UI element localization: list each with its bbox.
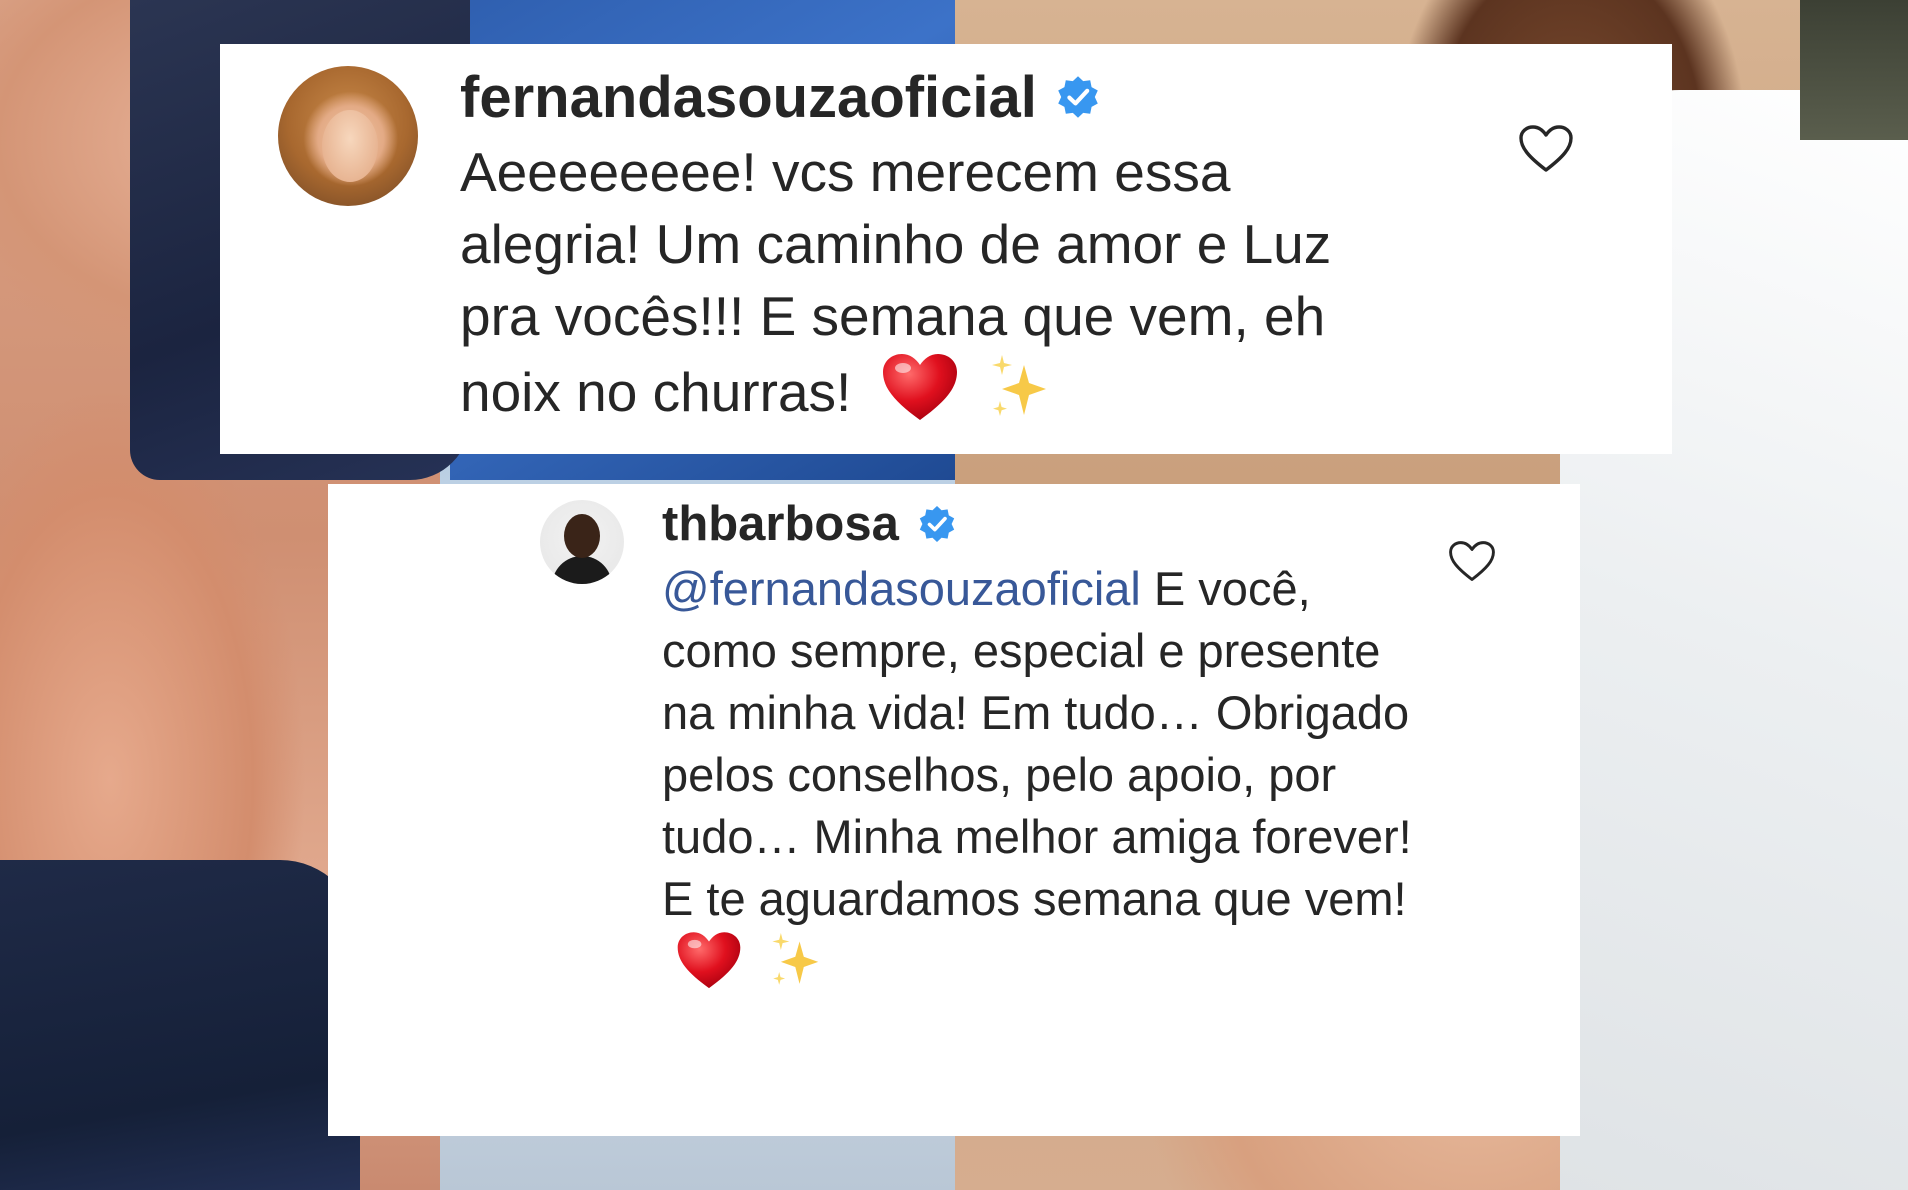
avatar-face xyxy=(322,110,378,182)
comment-body: E você, como sempre, especial e presente… xyxy=(662,562,1412,925)
sparkles-emoji-icon xyxy=(769,931,825,1006)
comment-text: Aeeeeeeee! vcs merecem essa alegria! Um … xyxy=(460,136,1420,441)
like-heart-icon[interactable] xyxy=(1448,540,1496,588)
comment-text: @fernandasouzaoficial E você, como sempr… xyxy=(662,558,1422,1007)
mention-link[interactable]: @fernandasouzaoficial xyxy=(662,562,1141,615)
sparkles-emoji-icon xyxy=(988,353,1054,440)
avatar[interactable] xyxy=(540,500,624,584)
red-heart-emoji-icon xyxy=(676,930,742,1007)
avatar[interactable] xyxy=(278,66,418,206)
comment-header: thbarbosa xyxy=(662,494,957,554)
username-link[interactable]: fernandasouzaoficial xyxy=(460,64,1037,131)
verified-badge-icon xyxy=(1055,74,1101,120)
avatar-body xyxy=(552,556,612,584)
comment-card: fernandasouzaoficial Aeeeeeeee! vcs mere… xyxy=(220,44,1672,454)
verified-badge-icon xyxy=(917,504,957,544)
comment-header: fernandasouzaoficial xyxy=(460,64,1101,130)
reply-comment-card: thbarbosa @fernandasouzaoficial E você, … xyxy=(328,484,1580,1136)
background-dark-strip xyxy=(1800,0,1908,140)
avatar-head xyxy=(564,514,600,558)
username-link[interactable]: thbarbosa xyxy=(662,496,899,552)
background-swimsuit-bottom xyxy=(0,860,360,1190)
like-heart-icon[interactable] xyxy=(1518,124,1574,179)
red-heart-emoji-icon xyxy=(881,352,959,441)
